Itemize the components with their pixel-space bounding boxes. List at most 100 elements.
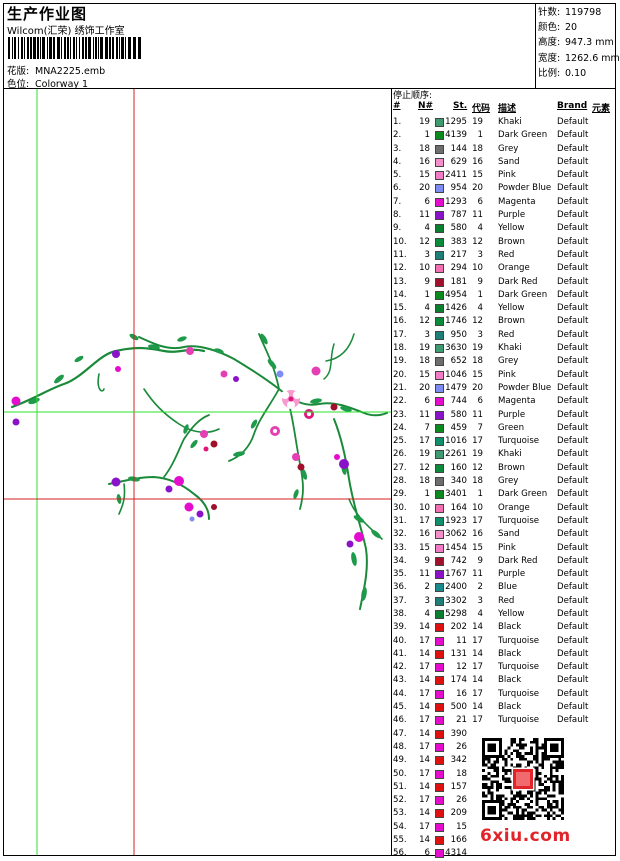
color-code: 18	[472, 476, 483, 487]
color-code: 3	[477, 329, 483, 340]
color-swatch	[435, 729, 444, 739]
table-row: 13. 9 181 9 Dark Red Default	[392, 276, 616, 289]
brand: Default	[557, 635, 589, 646]
color-swatch	[435, 809, 444, 819]
brand: Default	[557, 369, 589, 380]
color-swatch	[435, 224, 444, 234]
needle-number: 17	[419, 436, 430, 447]
color-swatch	[435, 703, 444, 713]
color-code: 11	[472, 409, 483, 420]
color-swatch	[435, 742, 444, 752]
col-header-code: 代码	[472, 104, 491, 114]
color-swatch	[435, 490, 444, 500]
needle-number: 12	[419, 236, 430, 247]
needle-number: 14	[419, 702, 430, 713]
table-row: 33. 15 1454 15 Pink Default	[392, 542, 616, 555]
stitch-count: 16	[456, 688, 467, 699]
colorway-label: 色位:	[7, 79, 30, 90]
color-description: Yellow	[498, 223, 525, 234]
needle-number: 12	[419, 316, 430, 327]
needle-number: 1	[424, 489, 430, 500]
needle-number: 19	[419, 343, 430, 354]
color-swatch	[435, 423, 444, 433]
color-swatch	[435, 636, 444, 646]
color-description: Blue	[498, 582, 518, 593]
stop-number: 28.	[393, 476, 407, 487]
brand: Default	[557, 396, 589, 407]
color-description: Red	[498, 329, 515, 340]
stop-number: 5.	[393, 170, 402, 181]
color-swatch	[435, 171, 444, 181]
needle-number: 19	[419, 117, 430, 127]
color-swatch	[435, 583, 444, 593]
stop-number: 48.	[393, 741, 407, 752]
stitch-count: 2261	[445, 449, 467, 460]
color-swatch	[435, 623, 444, 633]
needle-number: 3	[424, 329, 430, 340]
stitch-count: 2400	[445, 582, 467, 593]
color-description: Black	[498, 675, 522, 686]
brand: Default	[557, 436, 589, 447]
stop-number: 1.	[393, 117, 402, 127]
color-swatch	[435, 676, 444, 686]
color-description: Black	[498, 702, 522, 713]
color-code: 15	[472, 369, 483, 380]
table-row: 44. 17 16 17 Turquoise Default	[392, 688, 616, 701]
stop-number: 30.	[393, 502, 407, 513]
needle-number: 6	[424, 848, 430, 859]
brand: Default	[557, 249, 589, 260]
table-row: 29. 1 3401 1 Dark Green Default	[392, 488, 616, 501]
table-row: 42. 17 12 17 Turquoise Default	[392, 661, 616, 674]
stitch-count: 1746	[445, 316, 467, 327]
needle-number: 7	[424, 422, 430, 433]
stop-number: 38.	[393, 608, 407, 619]
stop-number: 14.	[393, 289, 407, 300]
color-code: 10	[472, 263, 483, 274]
color-swatch	[435, 503, 444, 513]
stop-number: 45.	[393, 702, 407, 713]
company-name: Wilcom(汇荣) 绣饰工作室	[7, 26, 125, 37]
needle-number: 20	[419, 382, 430, 393]
stitch-count: 18	[456, 768, 467, 779]
needle-number: 19	[419, 449, 430, 460]
color-swatch	[435, 450, 444, 460]
needle-number: 17	[419, 741, 430, 752]
stop-number: 47.	[393, 728, 407, 739]
stitch-count: 144	[450, 143, 467, 154]
color-swatch	[435, 477, 444, 487]
color-swatch	[435, 211, 444, 221]
brand: Default	[557, 143, 589, 154]
color-swatch	[435, 756, 444, 766]
needle-number: 12	[419, 462, 430, 473]
stitch-count: 1016	[445, 436, 467, 447]
stat-width: 宽度: 1262.6 mm	[538, 52, 620, 64]
brand: Default	[557, 675, 589, 686]
stat-scale: 比例: 0.10	[538, 67, 587, 79]
stop-number: 21.	[393, 382, 407, 393]
brand: Default	[557, 462, 589, 473]
col-header-needle: N#	[418, 101, 434, 111]
stitch-count: 181	[450, 276, 467, 287]
needle-number: 17	[419, 662, 430, 673]
brand: Default	[557, 529, 589, 540]
color-code: 18	[472, 356, 483, 367]
color-swatch	[435, 277, 444, 287]
color-code: 17	[472, 662, 483, 673]
needle-number: 17	[419, 768, 430, 779]
table-row: 23. 11 580 11 Purple Default	[392, 409, 616, 422]
color-description: Dark Green	[498, 130, 548, 141]
stitch-count: 744	[450, 396, 467, 407]
stop-number: 8.	[393, 210, 402, 221]
table-row: 38. 4 5298 4 Yellow Default	[392, 608, 616, 621]
stitch-count: 4954	[445, 289, 467, 300]
color-description: Dark Green	[498, 289, 548, 300]
needle-number: 18	[419, 143, 430, 154]
brand: Default	[557, 702, 589, 713]
color-swatch	[435, 410, 444, 420]
color-code: 11	[472, 210, 483, 221]
color-code: 4	[477, 608, 483, 619]
needle-number: 14	[419, 675, 430, 686]
stitch-count: 787	[450, 210, 467, 221]
stop-number: 43.	[393, 675, 407, 686]
stitch-count: 12	[456, 662, 467, 673]
